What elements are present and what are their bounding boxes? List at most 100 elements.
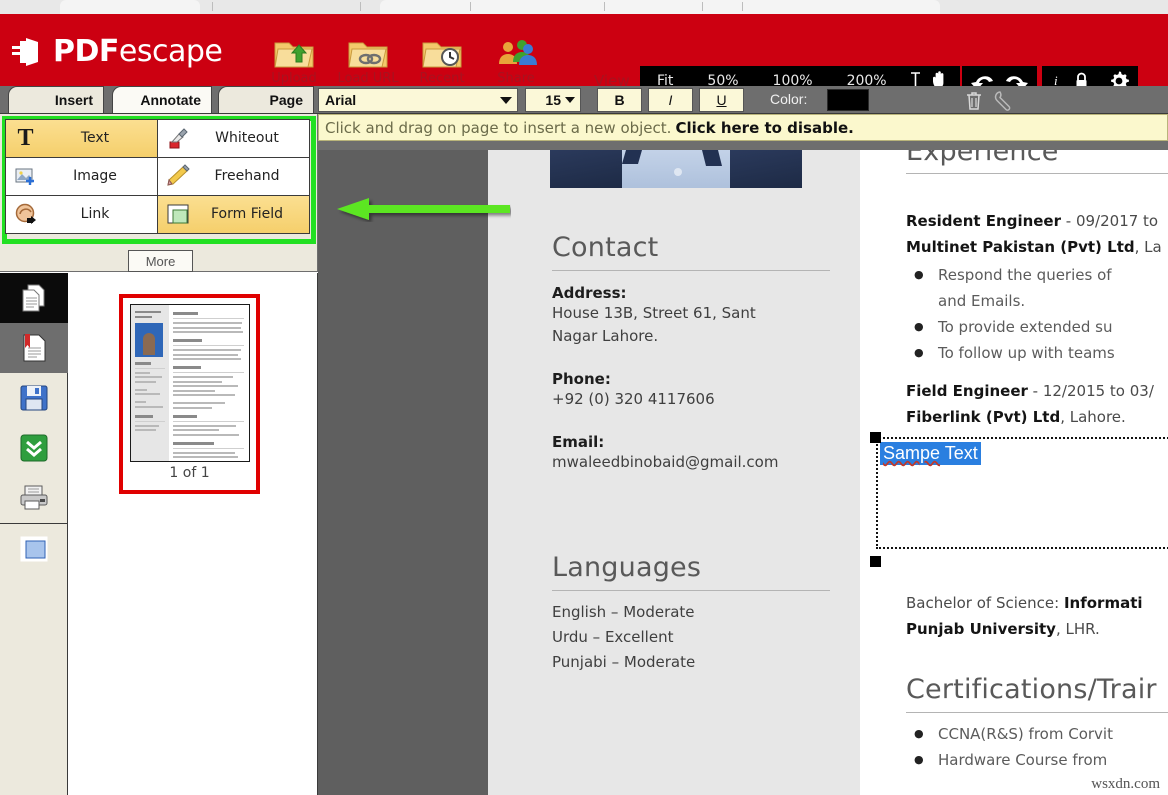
color-label: Color: (770, 91, 807, 107)
text-tool-button[interactable]: T Text (5, 119, 158, 158)
green-annotation-arrow (333, 196, 511, 222)
browser-tab-ghost (60, 0, 200, 14)
tab-annotate[interactable]: Annotate (112, 86, 212, 113)
font-size-select[interactable]: 15 (525, 88, 581, 112)
freehand-tool-label: Freehand (198, 168, 309, 184)
certification-bullet: Hardware Course from (906, 747, 1168, 773)
link-tool-label: Link (46, 206, 157, 222)
pdfescape-logo-icon (10, 35, 44, 69)
chrome-tick (702, 2, 703, 11)
text-tool-icon: T (6, 126, 46, 150)
thumbnail-preview (130, 304, 250, 462)
resize-handle-top-left[interactable] (870, 432, 881, 443)
job1-bullet: To follow up with teams (906, 340, 1168, 366)
job-entry-1: Resident Engineer - 09/2017 to Multinet … (906, 208, 1168, 366)
pages-icon (18, 282, 50, 314)
upload-label: Upload (258, 71, 330, 86)
certification-bullet: CCNA(R&S) from Corvit (906, 721, 1168, 747)
job-entry-2: Field Engineer - 12/2015 to 03/ Fiberlin… (906, 378, 1168, 430)
text-tool-label: Text (46, 130, 157, 146)
rail-item-download[interactable] (0, 423, 68, 473)
recent-button[interactable]: Recent (406, 36, 478, 86)
chevron-down-icon (499, 95, 513, 105)
image-tool-icon (6, 164, 46, 188)
freehand-tool-button[interactable]: Freehand (157, 157, 310, 196)
job2-dates: - 12/2015 to 03/ (1028, 382, 1154, 400)
bold-button[interactable]: B (597, 88, 642, 112)
app-logo[interactable]: PDFescape (10, 34, 222, 69)
chrome-tick (742, 2, 743, 11)
underline-button[interactable]: U (699, 88, 744, 112)
profile-photo (550, 150, 802, 188)
phone-value: +92 (0) 320 4117606 (552, 388, 830, 411)
certification-bullets: CCNA(R&S) from Corvit Hardware Course fr… (906, 721, 1168, 773)
form-field-text-rest: Text (940, 443, 978, 463)
job2-location: , Lahore. (1060, 408, 1126, 426)
trash-icon[interactable] (964, 90, 984, 111)
chrome-tick (470, 2, 471, 11)
resize-handle-bottom-left[interactable] (870, 556, 881, 567)
wrench-icon[interactable] (993, 90, 1015, 111)
rail-item-bookmarks[interactable] (0, 323, 68, 373)
share-label: Share (480, 71, 552, 86)
disable-hint-link[interactable]: Click here to disable. (675, 119, 853, 137)
whiteout-tool-button[interactable]: Whiteout (157, 119, 310, 158)
job1-dates: - 09/2017 to (1061, 212, 1158, 230)
bookmark-page-icon (19, 332, 49, 364)
italic-label: I (669, 92, 673, 108)
upload-button[interactable]: Upload (258, 36, 330, 86)
header-tool-group: Upload Load URL (258, 36, 552, 86)
rail-item-save[interactable] (0, 373, 68, 423)
folder-clock-icon (406, 36, 478, 70)
job1-bullet-cont: and Emails. (906, 288, 1168, 314)
job2-title-line: Field Engineer - 12/2015 to 03/ (906, 378, 1168, 404)
address-line-2: Nagar Lahore. (552, 325, 830, 348)
chrome-tick (360, 2, 361, 11)
image-tool-button[interactable]: Image (5, 157, 158, 196)
recent-label: Recent (406, 71, 478, 86)
whiteout-tool-label: Whiteout (198, 130, 309, 146)
canvas-top-strip (318, 141, 1168, 150)
site-watermark: wsxdn.com (1091, 776, 1160, 793)
rail-item-window[interactable] (0, 524, 68, 574)
chevron-down-icon (565, 96, 575, 104)
form-field-tool-button[interactable]: Form Field (157, 195, 310, 234)
load-url-button[interactable]: Load URL (332, 36, 404, 86)
address-line-1: House 13B, Street 61, Sant (552, 302, 830, 325)
resume-left-column: Contact Address: House 13B, Street 61, S… (488, 150, 860, 795)
tab-insert[interactable]: Insert (8, 86, 104, 113)
job1-title-line: Resident Engineer - 09/2017 to (906, 208, 1168, 234)
font-family-value: Arial (325, 92, 499, 108)
education-section: Bachelor of Science: Informati Punjab Un… (906, 590, 1168, 642)
tab-page[interactable]: Page (218, 86, 314, 113)
job1-bullet: To provide extended su (906, 314, 1168, 340)
font-family-select[interactable]: Arial (318, 88, 518, 112)
education-field: Informati (1064, 594, 1143, 612)
job1-company-line: Multinet Pakistan (Pvt) Ltd, La (906, 234, 1168, 260)
rail-item-print[interactable] (0, 473, 68, 523)
window-icon (20, 536, 48, 562)
print-icon (18, 484, 50, 512)
certifications-section: Certifications/Trair CCNA(R&S) from Corv… (906, 674, 1168, 773)
thumbnail-pane: 1 of 1 (68, 273, 318, 795)
logo-bold: PDF (53, 34, 119, 69)
italic-button[interactable]: I (648, 88, 693, 112)
tab-page-label: Page (270, 92, 303, 108)
browser-chrome-sliver (0, 0, 1168, 14)
share-button[interactable]: Share (480, 36, 552, 86)
color-swatch[interactable] (827, 89, 869, 111)
job2-title: Field Engineer (906, 382, 1028, 400)
more-tools-button[interactable]: More (128, 250, 193, 272)
link-tool-button[interactable]: Link (5, 195, 158, 234)
thumbnail-page-1[interactable]: 1 of 1 (119, 294, 260, 494)
selected-text-form-field[interactable]: Sampe Text (876, 437, 1168, 549)
contact-heading: Contact (552, 232, 830, 263)
rail-item-pages[interactable] (0, 273, 68, 323)
education-line-2: Punjab University, LHR. (906, 616, 1168, 642)
job1-title: Resident Engineer (906, 212, 1061, 230)
thumbnail-photo (135, 323, 163, 357)
education-degree: Bachelor of Science: (906, 594, 1064, 612)
certifications-heading: Certifications/Trair (906, 674, 1168, 705)
experience-rule (906, 173, 1168, 174)
tab-insert-label: Insert (55, 92, 93, 108)
